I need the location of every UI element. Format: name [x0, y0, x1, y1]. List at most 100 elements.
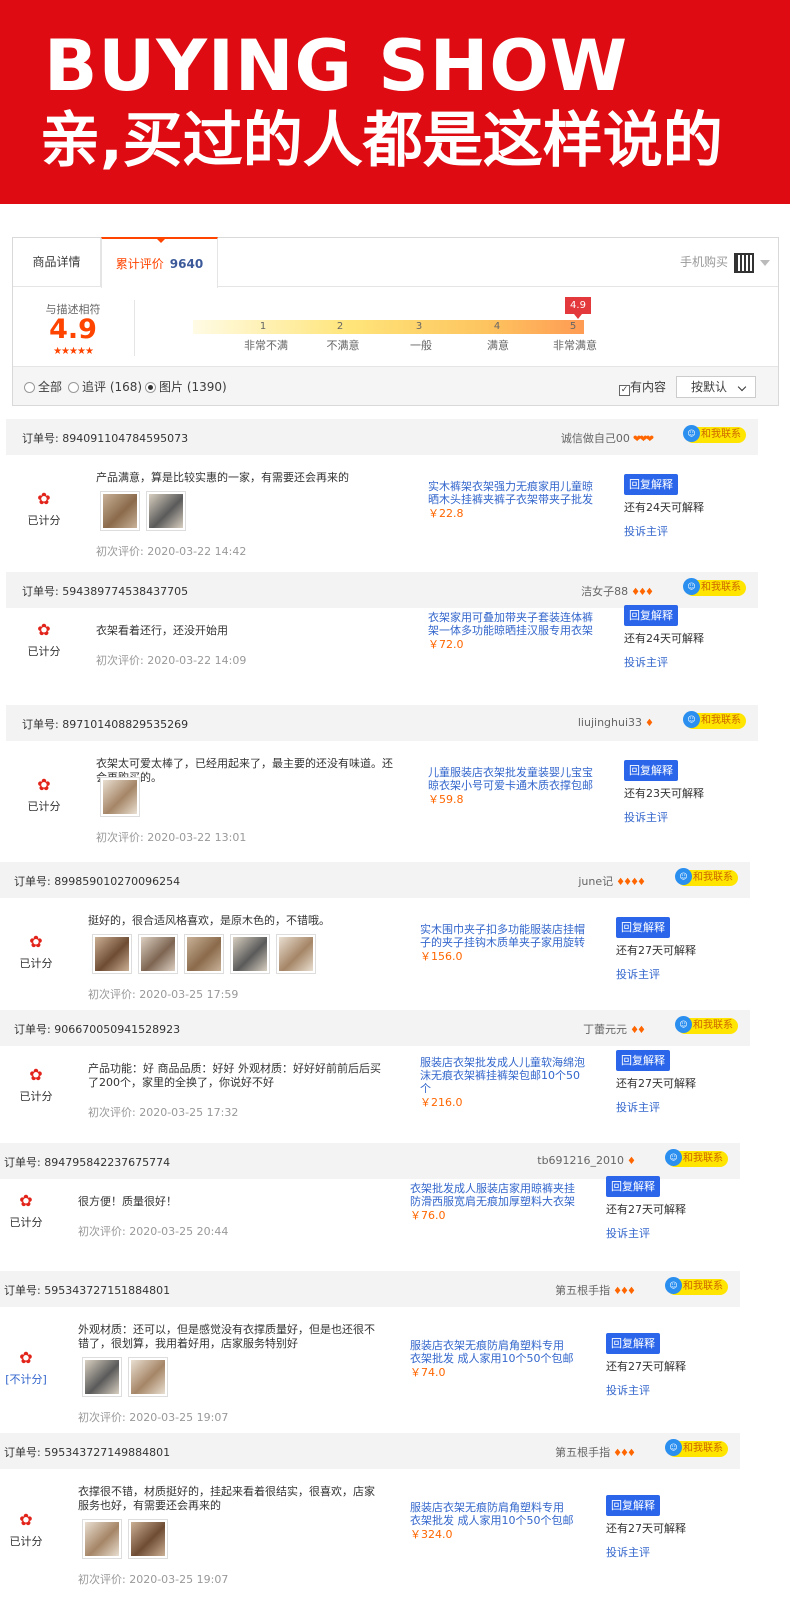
review-photo-thumbnail[interactable]	[92, 934, 132, 974]
tab-reviews[interactable]: 累计评价 9640	[101, 237, 218, 288]
complain-button[interactable]: 投诉主评	[616, 1099, 660, 1115]
order-number: 订单号: 594389774538437705	[22, 585, 189, 598]
reply-explain-button[interactable]: 回复解释	[606, 1176, 660, 1197]
buyer-nickname: tb691216_2010 ♦	[537, 1154, 636, 1167]
buyer-level-icon: ♦♦♦♦	[616, 877, 646, 888]
has-content-checkbox[interactable]: ✓ 有内容	[619, 379, 667, 396]
order-number: 订单号: 906670050941528923	[14, 1023, 181, 1036]
order-header: 订单号: 594389774538437705 洁女子88 ♦♦♦ ☺ 和我联系	[6, 572, 758, 608]
review-photo-thumbnail[interactable]	[230, 934, 270, 974]
chat-icon: ☺	[665, 1149, 682, 1166]
scale-tick-2: 2	[336, 321, 344, 332]
contact-seller-button[interactable]: ☺ 和我联系	[675, 868, 738, 886]
review-photo-thumbnail[interactable]	[184, 934, 224, 974]
reply-explain-button[interactable]: 回复解释	[624, 605, 678, 626]
chat-icon: ☺	[665, 1277, 682, 1294]
reply-explain-button[interactable]: 回复解释	[616, 1050, 670, 1071]
filter-pictures-label: 图片 (1390)	[159, 380, 227, 394]
complain-button[interactable]: 投诉主评	[606, 1544, 650, 1560]
has-content-label: 有内容	[630, 380, 667, 394]
review-photo-thumbnail[interactable]	[146, 491, 186, 531]
review-photo-thumbnail[interactable]	[128, 1519, 168, 1559]
sort-select[interactable]: 按默认	[676, 376, 756, 398]
complain-button[interactable]: 投诉主评	[624, 809, 668, 825]
purchased-product[interactable]: 实木裤架衣架强力无痕家用儿童晾晒木头挂裤夹裤子衣架带夹子批发 ￥22.8	[428, 480, 596, 520]
tab-product-details[interactable]: 商品详情	[13, 238, 101, 287]
contact-seller-button[interactable]: ☺ 和我联系	[665, 1149, 728, 1167]
product-link[interactable]: 服装店衣架无痕防肩角塑料专用 衣架批发 成人家用10个50个包邮	[410, 1501, 578, 1527]
product-price: ￥59.8	[428, 793, 464, 806]
order-header: 订单号: 894795842237675774 tb691216_2010 ♦ ☺…	[0, 1143, 740, 1179]
review-item: 订单号: 594389774538437705 洁女子88 ♦♦♦ ☺ 和我联系 ✿…	[0, 572, 760, 705]
product-link[interactable]: 实木裤架衣架强力无痕家用儿童晾晒木头挂裤夹裤子衣架带夹子批发	[428, 480, 596, 506]
flower-icon: ✿	[37, 620, 51, 639]
contact-seller-button[interactable]: ☺ 和我联系	[665, 1439, 728, 1457]
contact-seller-button[interactable]: ☺ 和我联系	[675, 1016, 738, 1034]
rating-status-label: 已计分	[9, 1216, 43, 1229]
purchased-product[interactable]: 服装店衣架无痕防肩角塑料专用 衣架批发 成人家用10个50个包邮 ￥324.0	[410, 1501, 578, 1541]
filter-pictures[interactable]: 图片 (1390)	[145, 379, 227, 395]
filter-all-label: 全部	[38, 380, 63, 394]
chat-icon: ☺	[675, 868, 692, 885]
banner-title-cn: 亲,买过的人都是这样说的	[40, 106, 723, 176]
product-link[interactable]: 衣架家用可叠加带夹子套装连体裤架一体多功能晾晒挂汉服专用衣架	[428, 611, 596, 637]
reply-explain-button[interactable]: 回复解释	[624, 760, 678, 781]
reply-time-remaining: 还有27天可解释	[616, 1077, 696, 1090]
product-price: ￥156.0	[420, 950, 463, 963]
contact-seller-button[interactable]: ☺ 和我联系	[683, 578, 746, 596]
contact-seller-button[interactable]: ☺ 和我联系	[665, 1277, 728, 1295]
reply-explain-button[interactable]: 回复解释	[616, 917, 670, 938]
mobile-buy-link[interactable]: 手机购买	[680, 250, 770, 274]
complain-button[interactable]: 投诉主评	[624, 654, 668, 670]
rating-status: ✿ 已计分	[14, 490, 74, 528]
flower-icon: ✿	[37, 775, 51, 794]
reply-time-remaining: 还有27天可解释	[606, 1522, 686, 1535]
complain-button[interactable]: 投诉主评	[624, 523, 668, 539]
order-header: 订单号: 897101408829535269 liujinghui33 ♦ ☺ 和…	[6, 705, 758, 741]
product-link[interactable]: 衣架批发成人服装店家用晾裤夹挂防滑西服宽肩无痕加厚塑料大衣架	[410, 1182, 578, 1208]
scale-label-4: 满意	[487, 339, 509, 352]
chat-icon: ☺	[683, 578, 700, 595]
order-header: 订单号: 894091104784595073 诚信做自己00 ❤❤❤ ☺ 和我联系	[6, 419, 758, 455]
review-photo-thumbnail[interactable]	[82, 1357, 122, 1397]
reply-explain-button[interactable]: 回复解释	[606, 1495, 660, 1516]
review-photo-thumbnail[interactable]	[128, 1357, 168, 1397]
review-item: 订单号: 595343727151884801 第五根手指 ♦♦♦ ☺ 和我联系 ✿…	[0, 1271, 760, 1433]
review-item: 订单号: 894091104784595073 诚信做自己00 ❤❤❤ ☺ 和我联系…	[0, 419, 760, 572]
review-photo-thumbnail[interactable]	[138, 934, 178, 974]
product-link[interactable]: 服装店衣架无痕防肩角塑料专用 衣架批发 成人家用10个50个包邮	[410, 1339, 578, 1365]
product-link[interactable]: 实木围巾夹子扣多功能服装店挂帽子的夹子挂钩木质单夹子家用旋转	[420, 923, 588, 949]
review-photo-thumbnail[interactable]	[100, 777, 140, 817]
reply-explain-button[interactable]: 回复解释	[624, 474, 678, 495]
filter-all[interactable]: 全部	[24, 379, 62, 395]
rating-status: ✿ 已计分	[0, 1511, 56, 1549]
purchased-product[interactable]: 服装店衣架批发成人儿童软海绵泡沫无痕衣架裤挂裤架包邮10个50个 ￥216.0	[420, 1056, 588, 1109]
review-photos	[100, 777, 146, 821]
scale-label-1: 非常不满	[244, 339, 288, 352]
purchased-product[interactable]: 服装店衣架无痕防肩角塑料专用 衣架批发 成人家用10个50个包邮 ￥74.0	[410, 1339, 578, 1379]
order-header: 订单号: 906670050941528923 丁蕾元元 ♦♦ ☺ 和我联系	[0, 1010, 750, 1046]
reply-time-remaining: 还有27天可解释	[616, 944, 696, 957]
purchased-product[interactable]: 衣架批发成人服装店家用晾裤夹挂防滑西服宽肩无痕加厚塑料大衣架 ￥76.0	[410, 1182, 578, 1222]
tab-reviews-count: 9640	[169, 257, 204, 271]
review-photo-thumbnail[interactable]	[82, 1519, 122, 1559]
rating-status-label: 已计分	[19, 957, 53, 970]
product-link[interactable]: 儿童服装店衣架批发童装婴儿宝宝晾衣架小号可爱卡通木质衣撑包邮	[428, 766, 596, 792]
chat-icon: ☺	[683, 425, 700, 442]
product-link[interactable]: 服装店衣架批发成人儿童软海绵泡沫无痕衣架裤挂裤架包邮10个50个	[420, 1056, 588, 1095]
contact-seller-button[interactable]: ☺ 和我联系	[683, 711, 746, 729]
purchased-product[interactable]: 衣架家用可叠加带夹子套装连体裤架一体多功能晾晒挂汉服专用衣架 ￥72.0	[428, 611, 596, 651]
reply-explain-button[interactable]: 回复解释	[606, 1333, 660, 1354]
reply-time-remaining: 还有27天可解释	[606, 1360, 686, 1373]
review-photo-thumbnail[interactable]	[100, 491, 140, 531]
contact-seller-button[interactable]: ☺ 和我联系	[683, 425, 746, 443]
purchased-product[interactable]: 实木围巾夹子扣多功能服装店挂帽子的夹子挂钩木质单夹子家用旋转 ￥156.0	[420, 923, 588, 963]
complain-button[interactable]: 投诉主评	[606, 1382, 650, 1398]
filter-followup[interactable]: 追评 (168)	[68, 379, 142, 395]
purchased-product[interactable]: 儿童服装店衣架批发童装婴儿宝宝晾衣架小号可爱卡通木质衣撑包邮 ￥59.8	[428, 766, 596, 806]
complain-button[interactable]: 投诉主评	[616, 966, 660, 982]
complain-button[interactable]: 投诉主评	[606, 1225, 650, 1241]
rating-status-label: 已计分	[19, 1090, 53, 1103]
review-photo-thumbnail[interactable]	[276, 934, 316, 974]
rating-status: ✿ [不计分]	[0, 1349, 56, 1387]
